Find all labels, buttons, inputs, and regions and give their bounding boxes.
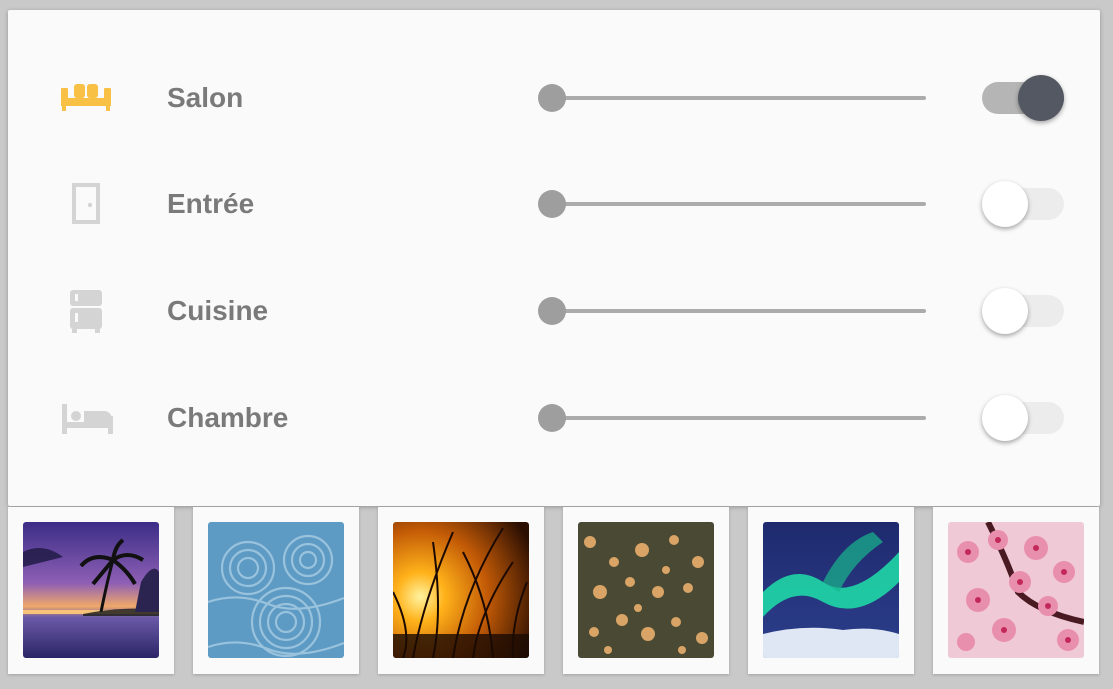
wallpaper-thumbnail[interactable] [208, 522, 344, 658]
slider-track[interactable] [552, 416, 926, 420]
toggle-knob[interactable] [982, 181, 1028, 227]
wallpaper-thumbnail[interactable] [578, 522, 714, 658]
wallpaper-aurora[interactable] [748, 507, 914, 674]
slider-thumb[interactable] [538, 297, 566, 325]
power-toggle-salon[interactable] [982, 74, 1064, 122]
slider-track[interactable] [552, 309, 926, 313]
slider-thumb[interactable] [538, 84, 566, 112]
slider-thumb[interactable] [538, 190, 566, 218]
dimmer-slider-chambre[interactable] [538, 404, 938, 432]
slider-thumb[interactable] [538, 404, 566, 432]
dimmer-slider-entree[interactable] [538, 190, 938, 218]
room-label: Cuisine [167, 295, 269, 326]
dimmer-slider-cuisine[interactable] [538, 297, 938, 325]
slider-track[interactable] [552, 96, 926, 100]
fridge-icon [56, 287, 116, 335]
door-icon [56, 180, 116, 228]
room-row-chambre: Chambre [8, 388, 1100, 448]
power-toggle-entree[interactable] [982, 180, 1064, 228]
room-label: Entrée [167, 188, 255, 219]
room-label: Chambre [167, 402, 289, 433]
wallpaper-cherry-blossom[interactable] [933, 507, 1099, 674]
slider-track[interactable] [552, 202, 926, 206]
toggle-knob[interactable] [982, 288, 1028, 334]
power-toggle-chambre[interactable] [982, 394, 1064, 442]
sofa-icon [56, 74, 116, 122]
bed-icon [56, 394, 116, 442]
room-label: Salon [167, 82, 244, 113]
wallpaper-thumbnail[interactable] [948, 522, 1084, 658]
toggle-knob[interactable] [1018, 75, 1064, 121]
wallpaper-palm-sunset[interactable] [8, 507, 174, 674]
room-row-cuisine: Cuisine [8, 281, 1100, 341]
room-row-salon: Salon [8, 68, 1100, 128]
room-row-entree: Entrée [8, 174, 1100, 234]
room-controls-card: Salon Entrée Cuisine Chambre [8, 10, 1100, 506]
toggle-knob[interactable] [982, 395, 1028, 441]
wallpaper-thumbnail[interactable] [393, 522, 529, 658]
wallpaper-golden-grass[interactable] [378, 507, 544, 674]
wallpaper-bokeh-lights[interactable] [563, 507, 729, 674]
wallpaper-thumbnail[interactable] [23, 522, 159, 658]
dimmer-slider-salon[interactable] [538, 84, 938, 112]
wallpaper-picker [8, 507, 1100, 674]
wallpaper-thumbnail[interactable] [763, 522, 899, 658]
power-toggle-cuisine[interactable] [982, 287, 1064, 335]
wallpaper-zen-sand[interactable] [193, 507, 359, 674]
